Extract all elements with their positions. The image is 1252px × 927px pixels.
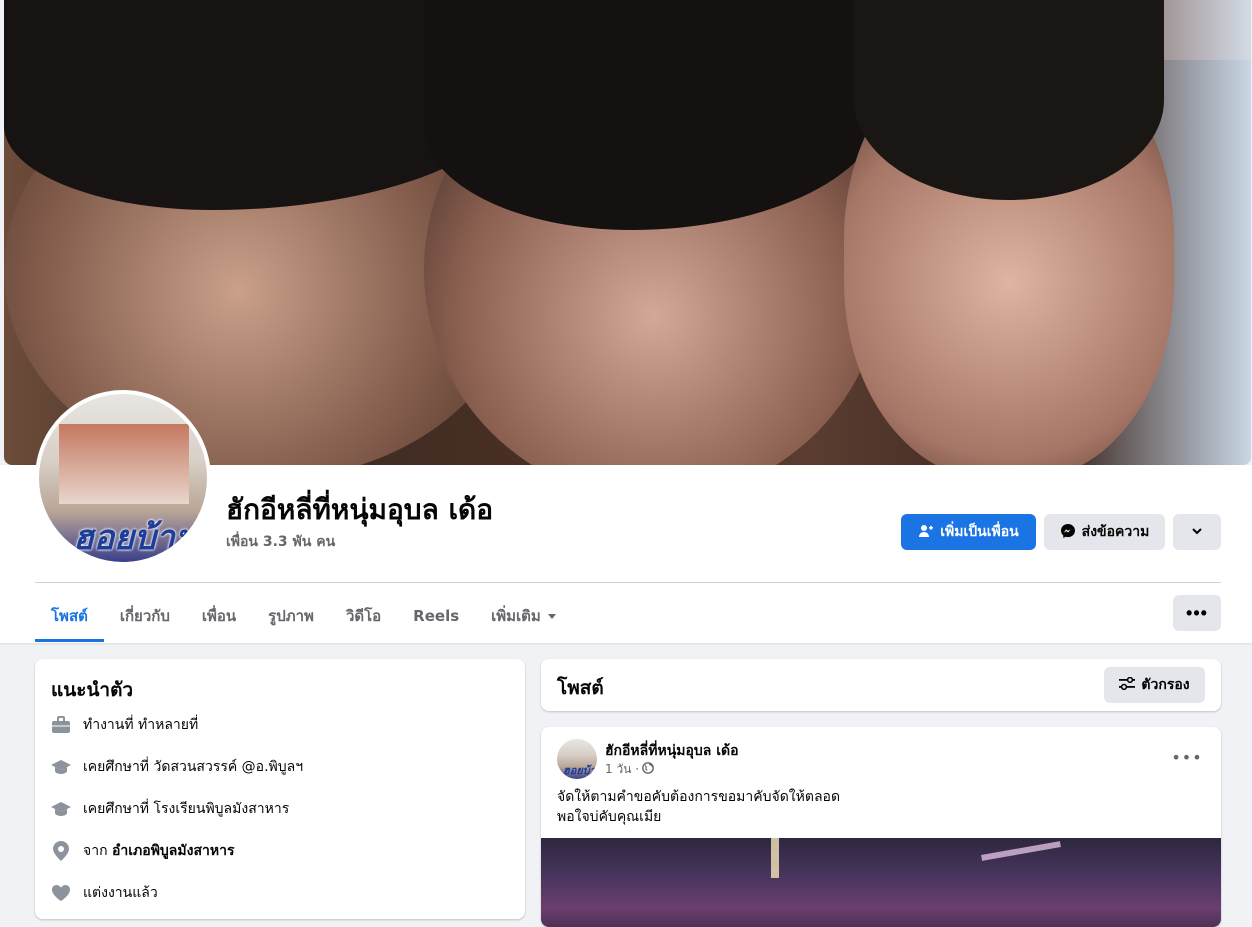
intro-card: แนะนำตัว ทำงานที่ ทำหลายที่ เคยศึกษาที่ … bbox=[35, 659, 525, 919]
post-avatar-caption: ฮอยบ้าน bbox=[563, 764, 597, 777]
post-timestamp[interactable]: 1 วัน · bbox=[605, 760, 639, 779]
intro-item-text: เคยศึกษาที่ โรงเรียนพิบูลมังสาหาร bbox=[83, 801, 290, 817]
tab-friends[interactable]: เพื่อน bbox=[186, 590, 252, 642]
intro-item-relationship: แต่งงานแล้ว bbox=[51, 882, 158, 904]
cover-photo[interactable] bbox=[4, 0, 1251, 465]
post-text-line: จัดให้ตามคำขอคับต้องการขอมาคับจัดให้ตลอด bbox=[557, 789, 841, 805]
message-label: ส่งข้อความ bbox=[1081, 523, 1150, 539]
messenger-icon bbox=[1060, 523, 1076, 542]
ellipsis-icon: ••• bbox=[1186, 602, 1208, 623]
heart-icon bbox=[51, 883, 71, 903]
location-pin-icon bbox=[51, 841, 71, 861]
hometown-link[interactable]: อำเภอพิบูลมังสาหาร bbox=[112, 843, 234, 859]
filter-label: ตัวกรอง bbox=[1141, 676, 1190, 692]
tab-reels[interactable]: Reels bbox=[397, 590, 475, 642]
tab-label: เพื่อน bbox=[201, 607, 237, 625]
filter-button[interactable]: ตัวกรอง bbox=[1104, 667, 1205, 703]
graduation-cap-icon bbox=[51, 757, 71, 777]
profile-name: ฮักอีหลี่ที่หนุ่มอุบล เด้อ bbox=[226, 493, 494, 526]
caret-down-icon bbox=[547, 607, 557, 625]
posts-title: โพสต์ bbox=[557, 677, 604, 699]
tab-label: เพิ่มเติม bbox=[491, 607, 541, 625]
post-author-avatar[interactable]: ฮอยบ้าน bbox=[557, 739, 597, 779]
post-meta: 1 วัน · bbox=[605, 760, 654, 779]
friends-count[interactable]: เพื่อน 3.3 พัน คน bbox=[226, 531, 335, 553]
message-button[interactable]: ส่งข้อความ bbox=[1044, 514, 1165, 550]
add-friend-icon bbox=[918, 523, 934, 542]
post-author-name[interactable]: ฮักอีหลี่ที่หนุ่มอุบล เด้อ bbox=[605, 740, 739, 762]
tab-label: วิดีโอ bbox=[345, 607, 382, 625]
post-text: จัดให้ตามคำขอคับต้องการขอมาคับจัดให้ตลอด… bbox=[557, 787, 1197, 827]
tab-label: เกี่ยวกับ bbox=[119, 607, 170, 625]
posts-header-card: โพสต์ ตัวกรอง bbox=[541, 659, 1221, 711]
ellipsis-icon: ••• bbox=[1171, 747, 1203, 767]
intro-item-text: เคยศึกษาที่ วัดสวนสวรรค์ @อ.พิบูลฯ bbox=[83, 759, 304, 775]
intro-item-education: เคยศึกษาที่ วัดสวนสวรรค์ @อ.พิบูลฯ bbox=[51, 756, 303, 778]
intro-item-work: ทำงานที่ ทำหลายที่ bbox=[51, 714, 198, 736]
globe-icon bbox=[642, 762, 654, 777]
tab-posts[interactable]: โพสต์ bbox=[35, 590, 104, 642]
profile-tabs: โพสต์ เกี่ยวกับ เพื่อน รูปภาพ วิดีโอ Ree… bbox=[35, 590, 573, 642]
chevron-down-icon bbox=[1191, 524, 1203, 540]
post-text-line: พอใจบ่คับคุณเมีย bbox=[557, 809, 662, 825]
intro-title: แนะนำตัว bbox=[51, 679, 134, 701]
tab-photos[interactable]: รูปภาพ bbox=[252, 590, 330, 642]
intro-item-text: จาก bbox=[83, 843, 112, 859]
profile-avatar[interactable]: ฮอยบ้าน bbox=[35, 390, 211, 566]
post-card: ฮอยบ้าน ฮักอีหลี่ที่หนุ่มอุบล เด้อ 1 วัน… bbox=[541, 727, 1221, 927]
add-friend-label: เพิ่มเป็นเพื่อน bbox=[940, 523, 1019, 539]
graduation-cap-icon bbox=[51, 799, 71, 819]
more-options-button[interactable]: ••• bbox=[1173, 595, 1221, 631]
avatar-caption: ฮอยบ้าน bbox=[73, 518, 199, 558]
tab-more[interactable]: เพิ่มเติม bbox=[475, 590, 573, 642]
intro-item-education: เคยศึกษาที่ โรงเรียนพิบูลมังสาหาร bbox=[51, 798, 289, 820]
tab-label: โพสต์ bbox=[51, 607, 88, 625]
filter-icon bbox=[1119, 676, 1136, 694]
tab-label: รูปภาพ bbox=[268, 607, 314, 625]
post-image[interactable] bbox=[541, 838, 1221, 927]
intro-item-text: ทำงานที่ ทำหลายที่ bbox=[83, 717, 199, 733]
profile-dropdown-button[interactable] bbox=[1173, 514, 1221, 550]
intro-item-text: แต่งงานแล้ว bbox=[83, 885, 158, 901]
header-divider bbox=[35, 582, 1221, 583]
intro-item-hometown: จาก อำเภอพิบูลมังสาหาร bbox=[51, 840, 234, 862]
add-friend-button[interactable]: เพิ่มเป็นเพื่อน bbox=[901, 514, 1036, 550]
post-options-button[interactable]: ••• bbox=[1169, 739, 1205, 775]
tab-about[interactable]: เกี่ยวกับ bbox=[104, 590, 186, 642]
tab-videos[interactable]: วิดีโอ bbox=[330, 590, 397, 642]
briefcase-icon bbox=[51, 715, 71, 735]
tab-label: Reels bbox=[413, 607, 460, 625]
